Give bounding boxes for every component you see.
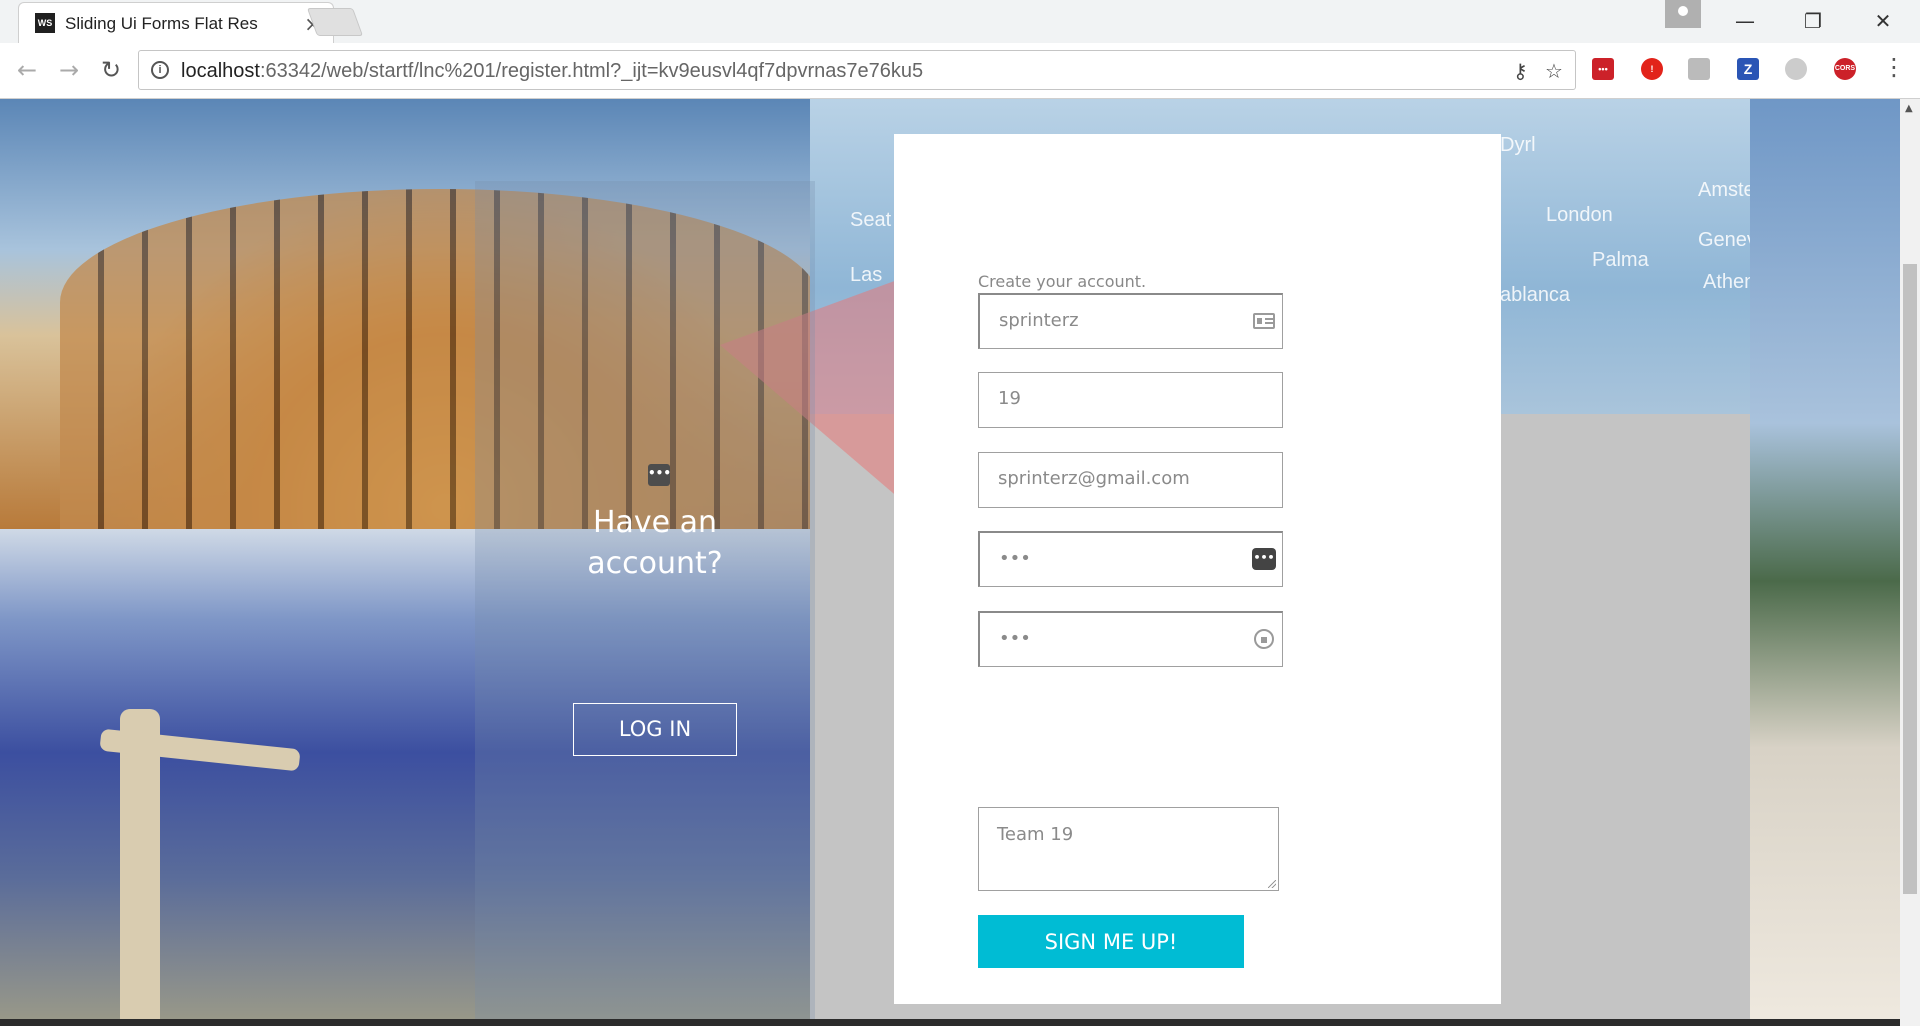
page-viewport: Seat Las London Amster Palma Geneva Athe… (0, 99, 1900, 1026)
site-info-icon[interactable]: i (151, 61, 169, 79)
map-label: Athen (1703, 271, 1756, 293)
resize-handle-icon[interactable] (1268, 880, 1276, 888)
email-value: sprinterz@gmail.com (998, 468, 1190, 489)
have-account-heading: Have an account? (587, 505, 723, 581)
password-field[interactable]: ••• ••• (978, 531, 1283, 587)
confirm-password-value: ••• (999, 628, 1031, 649)
tab-title: Sliding Ui Forms Flat Res (65, 14, 258, 33)
taj-mahal-photo (1750, 99, 1900, 1026)
dots-icon: ••• (648, 464, 671, 486)
minimize-icon[interactable]: — (1722, 6, 1768, 36)
bottom-strip (0, 1019, 1900, 1026)
map-label: London (1546, 204, 1613, 226)
team-value: Team 19 (997, 824, 1074, 845)
password-manager-icon[interactable]: ••• (1252, 548, 1276, 570)
scroll-thumb[interactable] (1903, 264, 1917, 894)
cors-icon[interactable]: CORS (1834, 58, 1856, 80)
scroll-up-icon[interactable]: ▲ (1905, 103, 1913, 114)
webstorm-favicon-icon: WS (35, 13, 55, 33)
z-icon[interactable]: Z (1737, 58, 1759, 80)
restore-icon[interactable]: ❐ (1790, 6, 1836, 36)
url-host: localhost (181, 60, 260, 82)
profile-avatar-icon[interactable] (1665, 0, 1701, 28)
url-path: :63342/web/startf/lnc%201/register.html?… (259, 60, 924, 82)
team-textarea[interactable]: Team 19 (978, 807, 1279, 891)
login-button[interactable]: LOG IN (573, 703, 737, 756)
lastpass-icon[interactable]: ••• (1592, 58, 1614, 80)
confirm-password-field[interactable]: ••• (978, 611, 1283, 667)
username-value: sprinterz (999, 310, 1079, 331)
map-label: Las (850, 264, 883, 286)
sync-icon[interactable] (1785, 58, 1807, 80)
page-scrollbar[interactable]: ▲ (1900, 99, 1920, 1026)
browser-tab-active[interactable]: WS Sliding Ui Forms Flat Res × (18, 2, 334, 44)
id-card-icon (1252, 311, 1276, 331)
register-form-card: Create your account. sprinterz 19 sprint… (894, 134, 1501, 1004)
login-overlay-panel (475, 181, 815, 1026)
map-label: ablanca (1500, 284, 1571, 306)
sign-up-button[interactable]: SIGN ME UP! (978, 915, 1244, 968)
map-label: Dyrl (1500, 134, 1536, 156)
key-icon[interactable]: ⚷ (1513, 59, 1528, 83)
map-label: Seat (850, 209, 892, 231)
close-window-icon[interactable]: ✕ (1860, 6, 1906, 36)
browser-menu-icon[interactable]: ⋮ (1882, 55, 1906, 79)
age-value: 19 (998, 388, 1021, 409)
lock-icon (1252, 629, 1276, 649)
tab-strip: WS Sliding Ui Forms Flat Res × — ❐ ✕ (0, 0, 1920, 44)
bookmark-star-icon[interactable]: ☆ (1545, 59, 1563, 83)
form-caption: Create your account. (978, 272, 1147, 291)
shield-icon[interactable] (1688, 58, 1710, 80)
forward-icon[interactable]: → (54, 55, 84, 85)
address-bar[interactable]: i localhost:63342/web/startf/lnc%201/reg… (138, 50, 1576, 90)
adblock-icon[interactable]: ! (1641, 58, 1663, 80)
password-value: ••• (999, 548, 1031, 569)
browser-toolbar: ← → ↻ i localhost:63342/web/startf/lnc%2… (0, 43, 1920, 99)
reload-icon[interactable]: ↻ (96, 55, 126, 85)
back-icon[interactable]: ← (12, 55, 42, 85)
url-text[interactable]: localhost:63342/web/startf/lnc%201/regis… (181, 60, 923, 83)
username-field[interactable]: sprinterz (978, 293, 1283, 349)
new-tab-button[interactable] (306, 8, 364, 36)
email-field[interactable]: sprinterz@gmail.com (978, 452, 1283, 508)
age-field[interactable]: 19 (978, 372, 1283, 428)
map-label: Palma (1592, 249, 1649, 271)
